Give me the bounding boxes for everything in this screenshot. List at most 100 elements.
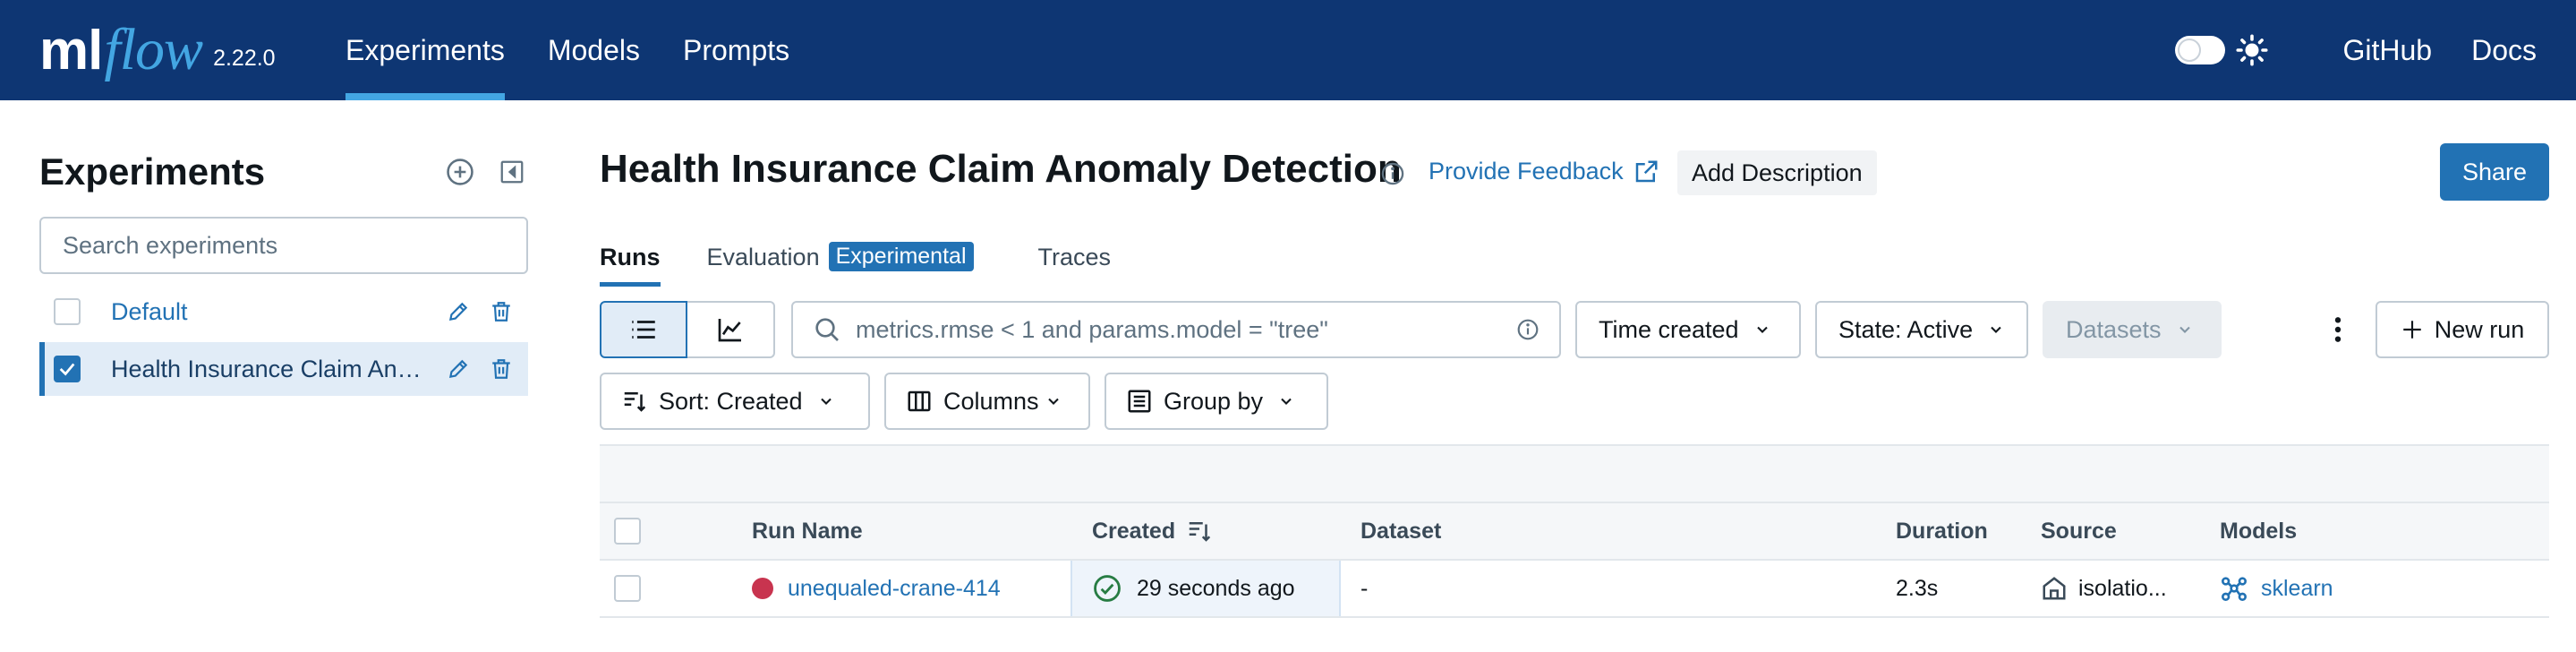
provide-feedback-link[interactable]: Provide Feedback — [1429, 158, 1659, 185]
github-link[interactable]: GitHub — [2343, 34, 2433, 67]
add-description-button[interactable]: Add Description — [1677, 150, 1877, 195]
time-created-dropdown[interactable]: Time created — [1575, 301, 1801, 358]
chart-view-button[interactable] — [687, 301, 775, 358]
datasets-label: Datasets — [2066, 315, 2162, 343]
row-select-cell — [614, 561, 641, 616]
sun-icon[interactable] — [2235, 34, 2268, 66]
model-link[interactable]: sklearn — [2261, 576, 2333, 602]
experiment-subtabs: Runs Evaluation Experimental Traces — [600, 240, 1157, 287]
version-label: 2.22.0 — [213, 45, 276, 71]
experiment-checkbox[interactable] — [54, 298, 81, 325]
chevron-down-icon — [2179, 326, 2190, 333]
toggle-knob — [2177, 39, 2201, 62]
group-by-dropdown[interactable]: Group by — [1105, 373, 1328, 430]
duration-value: 2.3s — [1896, 575, 1939, 601]
sidebar-header: Experiments — [39, 143, 528, 201]
row-checkbox[interactable] — [614, 575, 641, 602]
sort-dropdown[interactable]: Sort: Created — [600, 373, 870, 430]
column-header-models[interactable]: Models — [2220, 503, 2297, 559]
mlflow-logo[interactable]: ml flow 2.22.0 — [39, 7, 276, 93]
experiment-checkbox-checked[interactable] — [54, 356, 81, 382]
state-dropdown[interactable]: State: Active — [1815, 301, 2028, 358]
info-icon[interactable] — [1516, 318, 1540, 341]
chevron-down-icon — [1281, 398, 1292, 405]
plus-icon — [2402, 321, 2421, 339]
column-header-created-label: Created — [1092, 518, 1176, 544]
experiment-search-input[interactable] — [39, 217, 528, 274]
state-label: State: Active — [1838, 315, 1974, 343]
search-icon — [815, 318, 839, 341]
tab-evaluation[interactable]: Evaluation Experimental — [707, 240, 974, 287]
run-search-input[interactable] — [856, 315, 1516, 344]
datasets-dropdown: Datasets — [2043, 301, 2222, 358]
sidebar-item-label[interactable]: Default — [111, 298, 430, 326]
sidebar-item-health-insurance[interactable]: Health Insurance Claim Anomaly Detection — [39, 342, 528, 396]
chevron-down-icon — [820, 398, 832, 405]
sort-icon — [624, 392, 646, 412]
model-icon — [2222, 577, 2247, 601]
main-nav: Experiments Models Prompts — [345, 0, 832, 100]
run-search-box[interactable] — [791, 301, 1561, 358]
view-mode-toggle — [600, 301, 775, 358]
sidebar-title: Experiments — [39, 150, 266, 193]
sidebar-item-default[interactable]: Default — [39, 285, 528, 339]
line-chart-icon — [718, 319, 741, 342]
share-button[interactable]: Share — [2440, 143, 2549, 201]
list-view-button[interactable] — [600, 301, 687, 358]
sidebar-item-label[interactable]: Health Insurance Claim Anomaly Detection — [111, 356, 430, 383]
logo-ml-text: ml — [39, 19, 103, 82]
run-status-dot — [752, 578, 773, 599]
nav-tab-prompts[interactable]: Prompts — [683, 0, 789, 100]
nav-right: GitHub Docs — [2174, 0, 2537, 100]
trash-icon[interactable] — [487, 297, 516, 326]
dataset-value: - — [1361, 575, 1369, 601]
trash-icon[interactable] — [487, 355, 516, 383]
nav-tab-models[interactable]: Models — [548, 0, 640, 100]
source-cell[interactable]: isolatio... — [2041, 561, 2167, 616]
column-header-created[interactable]: Created — [1092, 503, 1213, 559]
experimental-badge: Experimental — [828, 242, 974, 271]
plus-circle-icon[interactable] — [444, 156, 476, 188]
tab-traces[interactable]: Traces — [1038, 240, 1112, 287]
columns-label: Columns — [943, 387, 1039, 415]
more-options-icon[interactable] — [2322, 313, 2354, 346]
external-link-icon — [1635, 160, 1658, 182]
runs-table: Run Name Created Dataset Duration Source… — [600, 444, 2549, 618]
created-cell: 29 seconds ago — [1070, 561, 1341, 616]
select-all-checkbox[interactable] — [614, 518, 641, 545]
tab-runs[interactable]: Runs — [600, 240, 661, 287]
pencil-icon[interactable] — [444, 297, 473, 326]
chevron-down-icon — [1756, 326, 1768, 333]
column-header-dataset[interactable]: Dataset — [1361, 503, 1441, 559]
top-navigation-bar: ml flow 2.22.0 Experiments Models Prompt… — [0, 0, 2576, 100]
source-value: isolatio... — [2078, 575, 2167, 601]
sort-descending-icon[interactable] — [1186, 518, 1213, 545]
run-name-link[interactable]: unequaled-crane-414 — [788, 576, 1001, 602]
table-header-row: Run Name Created Dataset Duration Source… — [600, 503, 2549, 561]
logo-flow-text: flow — [104, 17, 203, 82]
feedback-label: Provide Feedback — [1429, 158, 1624, 184]
column-header-duration[interactable]: Duration — [1896, 503, 1988, 559]
table-row[interactable]: unequaled-crane-414 29 seconds ago - 2.3… — [600, 561, 2549, 618]
docs-link[interactable]: Docs — [2471, 34, 2537, 67]
run-name-cell: unequaled-crane-414 — [752, 561, 1001, 616]
collapse-sidebar-icon[interactable] — [496, 156, 528, 188]
pencil-icon[interactable] — [444, 355, 473, 383]
list-icon — [632, 321, 655, 339]
group-icon — [1128, 390, 1151, 413]
columns-icon — [908, 390, 931, 412]
models-cell[interactable]: sklearn — [2220, 561, 2333, 616]
check-circle-icon — [1094, 575, 1121, 602]
columns-dropdown[interactable]: Columns — [884, 373, 1090, 430]
column-header-run-name[interactable]: Run Name — [752, 503, 863, 559]
chevron-down-icon — [1991, 326, 2001, 333]
new-run-button[interactable]: New run — [2376, 301, 2549, 358]
new-run-label: New run — [2434, 315, 2525, 343]
notebook-home-icon — [2043, 577, 2066, 600]
info-icon[interactable] — [1380, 161, 1405, 186]
theme-toggle[interactable] — [2174, 36, 2225, 64]
page-title: Health Insurance Claim Anomaly Detection — [600, 147, 1402, 191]
column-header-source[interactable]: Source — [2041, 503, 2117, 559]
select-all-cell — [614, 503, 641, 559]
nav-tab-experiments[interactable]: Experiments — [345, 0, 505, 100]
